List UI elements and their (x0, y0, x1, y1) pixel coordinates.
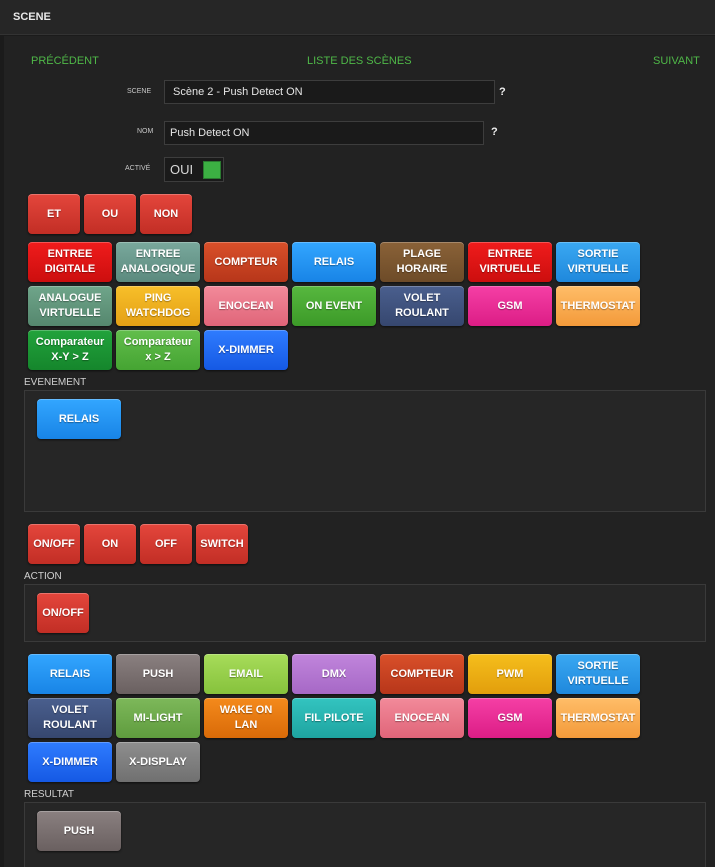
result-type-enocean[interactable]: ENOCEAN (380, 698, 464, 738)
active-toggle[interactable]: OUI (164, 157, 224, 182)
event-type-on-event[interactable]: ON EVENT (292, 286, 376, 326)
event-type-sortie-virtuelle[interactable]: SORTIE VIRTUELLE (556, 242, 640, 282)
event-type-entree-digitale[interactable]: ENTREE DIGITALE (28, 242, 112, 282)
name-label: NOM (137, 128, 154, 135)
event-drop-zone[interactable] (24, 390, 706, 512)
result-drop-zone[interactable] (24, 802, 706, 867)
action-on-button[interactable]: ON (84, 524, 136, 564)
result-type-gsm[interactable]: GSM (468, 698, 552, 738)
event-type-entree-virtuelle[interactable]: ENTREE VIRTUELLE (468, 242, 552, 282)
event-type-comparateur-xz[interactable]: Comparateur x > Z (116, 330, 200, 370)
result-type-fil-pilote[interactable]: FIL PILOTE (292, 698, 376, 738)
event-type-enocean[interactable]: ENOCEAN (204, 286, 288, 326)
result-type-push[interactable]: PUSH (116, 654, 200, 694)
event-type-volet-roulant[interactable]: VOLET ROULANT (380, 286, 464, 326)
action-drop-zone[interactable] (24, 584, 706, 642)
event-type-ping-watchdog[interactable]: PING WATCHDOG (116, 286, 200, 326)
result-type-x-display[interactable]: X-DISPLAY (116, 742, 200, 782)
event-section-title: EVENEMENT (24, 377, 87, 388)
action-switch-button[interactable]: SWITCH (196, 524, 248, 564)
scene-select[interactable]: Scène 2 - Push Detect ON (164, 80, 495, 104)
logic-ou-button[interactable]: OU (84, 194, 136, 234)
event-type-thermostat[interactable]: THERMOSTAT (556, 286, 640, 326)
action-off-button[interactable]: OFF (140, 524, 192, 564)
event-type-relais[interactable]: RELAIS (292, 242, 376, 282)
scene-help-icon[interactable]: ? (499, 86, 506, 98)
event-item-relais[interactable]: RELAIS (37, 399, 121, 439)
result-type-thermostat[interactable]: THERMOSTAT (556, 698, 640, 738)
active-label: ACTIVÉ (125, 165, 151, 172)
event-type-compteur[interactable]: COMPTEUR (204, 242, 288, 282)
event-type-gsm[interactable]: GSM (468, 286, 552, 326)
action-onoff-button[interactable]: ON/OFF (28, 524, 80, 564)
event-type-plage-horaire[interactable]: PLAGE HORAIRE (380, 242, 464, 282)
action-section-title: ACTION (24, 571, 62, 582)
result-section-title: RESULTAT (24, 789, 75, 800)
logic-et-button[interactable]: ET (28, 194, 80, 234)
result-type-email[interactable]: EMAIL (204, 654, 288, 694)
logic-non-button[interactable]: NON (140, 194, 192, 234)
name-value: Push Detect ON (170, 127, 250, 139)
next-link[interactable]: SUIVANT (653, 55, 700, 67)
name-input[interactable]: Push Detect ON (164, 121, 484, 145)
event-type-entree-analogique[interactable]: ENTREE ANALOGIQUE (116, 242, 200, 282)
scene-label: SCENE (127, 88, 152, 95)
scene-list-link[interactable]: LISTE DES SCÈNES (307, 55, 412, 67)
result-type-volet-roulant[interactable]: VOLET ROULANT (28, 698, 112, 738)
result-type-wake-on-lan[interactable]: WAKE ON LAN (204, 698, 288, 738)
name-help-icon[interactable]: ? (491, 126, 498, 138)
event-type-analogue-virtuelle[interactable]: ANALOGUE VIRTUELLE (28, 286, 112, 326)
previous-link[interactable]: PRÉCÉDENT (31, 55, 99, 67)
title-bar: SCENE (0, 0, 715, 35)
result-type-compteur[interactable]: COMPTEUR (380, 654, 464, 694)
result-item-push[interactable]: PUSH (37, 811, 121, 851)
scene-value: Scène 2 - Push Detect ON (173, 86, 303, 98)
event-type-comparateur-xyz[interactable]: Comparateur X-Y > Z (28, 330, 112, 370)
action-item-onoff[interactable]: ON/OFF (37, 593, 89, 633)
result-type-mi-light[interactable]: MI-LIGHT (116, 698, 200, 738)
page-title: SCENE (13, 11, 51, 23)
result-type-x-dimmer[interactable]: X-DIMMER (28, 742, 112, 782)
result-type-pwm[interactable]: PWM (468, 654, 552, 694)
result-type-dmx[interactable]: DMX (292, 654, 376, 694)
active-value: OUI (170, 162, 194, 177)
event-type-x-dimmer[interactable]: X-DIMMER (204, 330, 288, 370)
result-type-sortie-virtuelle[interactable]: SORTIE VIRTUELLE (556, 654, 640, 694)
active-checkbox[interactable] (203, 161, 221, 179)
result-type-relais[interactable]: RELAIS (28, 654, 112, 694)
